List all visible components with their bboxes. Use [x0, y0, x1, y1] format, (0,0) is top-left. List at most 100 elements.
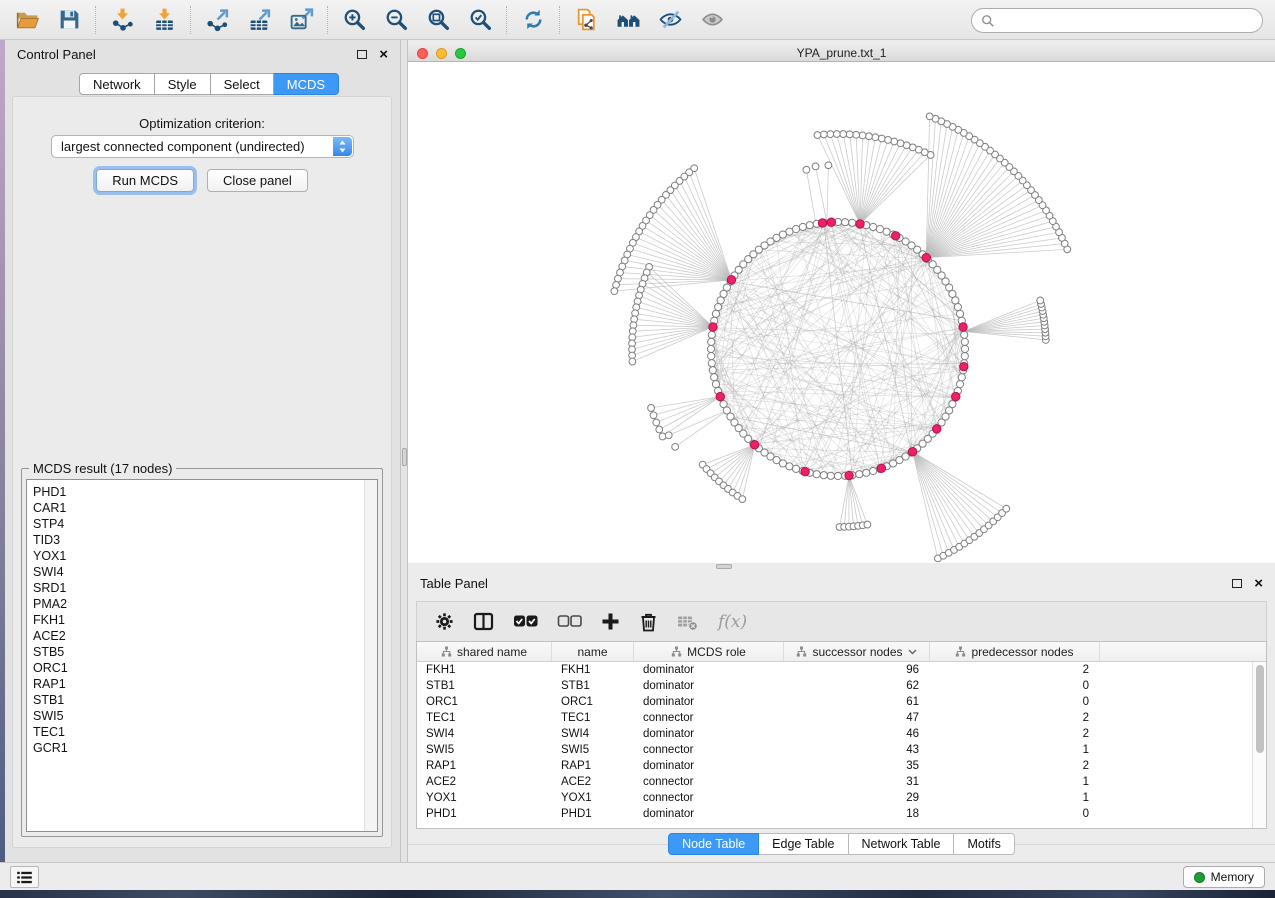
mcds-result-item[interactable]: SRD1 — [33, 580, 377, 596]
mcds-result-listbox[interactable]: PHD1CAR1STP4TID3YOX1SWI4SRD1PMA2FKH1ACE2… — [26, 479, 378, 832]
export-image-button[interactable] — [280, 4, 322, 36]
duplicate-network-button[interactable] — [565, 4, 607, 36]
tab-edge-table[interactable]: Edge Table — [759, 833, 848, 855]
gear-icon — [435, 612, 454, 631]
mcds-result-item[interactable]: GCR1 — [33, 740, 377, 756]
table-panel: Table Panel × — [408, 569, 1275, 862]
table-row[interactable]: PHD1PHD1dominator180 — [417, 806, 1266, 822]
zoom-in-button[interactable] — [333, 4, 375, 36]
select-all-button[interactable] — [513, 614, 538, 629]
splitter-grip[interactable] — [402, 448, 407, 466]
search-box — [971, 8, 1263, 33]
toggle-split-view-button[interactable] — [473, 612, 494, 631]
show-all-button[interactable] — [691, 4, 733, 36]
zoom-selected-button[interactable] — [459, 4, 501, 36]
table-row[interactable]: ACE2ACE2connector311 — [417, 774, 1266, 790]
tab-style[interactable]: Style — [155, 73, 211, 95]
mcds-result-item[interactable]: YOX1 — [33, 548, 377, 564]
zoom-fit-button[interactable] — [417, 4, 459, 36]
import-table-button[interactable] — [143, 4, 185, 36]
table-scrollbar[interactable] — [1252, 662, 1266, 828]
float-panel-icon[interactable] — [357, 50, 367, 59]
tab-select[interactable]: Select — [211, 73, 274, 95]
table-row[interactable]: TEC1TEC1connector472 — [417, 710, 1266, 726]
delete-table-button[interactable] — [677, 613, 699, 631]
mcds-result-item[interactable]: STP4 — [33, 516, 377, 532]
hierarchy-icon — [441, 646, 452, 657]
tab-motifs[interactable]: Motifs — [954, 833, 1014, 855]
column-header-predecessor-nodes[interactable]: predecessor nodes — [930, 642, 1100, 661]
table-row[interactable]: RAP1RAP1dominator352 — [417, 758, 1266, 774]
refresh-button[interactable] — [512, 4, 554, 36]
zoom-out-button[interactable] — [375, 4, 417, 36]
export-network-button[interactable] — [196, 4, 238, 36]
close-panel-icon[interactable]: × — [1254, 576, 1263, 591]
split-view-icon — [473, 612, 494, 631]
checked-boxes-icon — [513, 614, 538, 629]
run-mcds-button[interactable]: Run MCDS — [96, 169, 194, 192]
import-network-icon — [110, 7, 135, 32]
list-icon — [16, 871, 33, 884]
mcds-result-item[interactable]: PHD1 — [33, 484, 377, 500]
mcds-result-item[interactable]: ACE2 — [33, 628, 377, 644]
add-entry-button[interactable] — [601, 612, 620, 631]
save-session-button[interactable] — [48, 4, 90, 36]
hierarchy-icon — [796, 646, 807, 657]
mcds-result-item[interactable]: FKH1 — [33, 612, 377, 628]
mcds-result-item[interactable]: SWI5 — [33, 708, 377, 724]
app-window: Control Panel × Network Style Select MCD… — [0, 0, 1275, 898]
mcds-result-item[interactable]: STB1 — [33, 692, 377, 708]
mcds-result-item[interactable]: PMA2 — [33, 596, 377, 612]
table-row[interactable]: SWI4SWI4dominator462 — [417, 726, 1266, 742]
minimize-window-icon[interactable] — [436, 48, 447, 59]
mcds-result-item[interactable]: CAR1 — [33, 500, 377, 516]
table-row[interactable]: ORC1ORC1dominator610 — [417, 694, 1266, 710]
desktop-edge-bottom — [0, 890, 1275, 898]
tab-network[interactable]: Network — [79, 73, 155, 95]
vertical-splitter[interactable] — [400, 40, 408, 862]
status-menu-button[interactable] — [10, 866, 39, 888]
mcds-result-item[interactable]: STB5 — [33, 644, 377, 660]
duplicate-network-icon — [574, 7, 599, 32]
hide-selected-button[interactable] — [649, 4, 691, 36]
close-window-icon[interactable] — [417, 48, 428, 59]
export-table-button[interactable] — [238, 4, 280, 36]
search-input[interactable] — [1001, 14, 1262, 28]
neighbors-button[interactable] — [607, 4, 649, 36]
plus-icon — [601, 612, 620, 631]
tab-mcds[interactable]: MCDS — [274, 73, 339, 95]
mcds-list-scrollbar[interactable] — [364, 480, 377, 831]
mcds-result-item[interactable]: SWI4 — [33, 564, 377, 580]
memory-button[interactable]: Memory — [1183, 866, 1265, 888]
float-panel-icon[interactable] — [1232, 579, 1242, 588]
mcds-result-item[interactable]: ORC1 — [33, 660, 377, 676]
close-panel-icon[interactable]: × — [379, 47, 388, 62]
column-header-shared-name[interactable]: shared name — [417, 642, 552, 661]
optimization-criterion-select[interactable]: largest connected component (undirected) — [51, 135, 354, 158]
mcds-result-item[interactable]: RAP1 — [33, 676, 377, 692]
apply-function-button[interactable]: f(x) — [718, 612, 747, 632]
tab-network-table[interactable]: Network Table — [849, 833, 955, 855]
table-row[interactable]: STB1STB1dominator620 — [417, 678, 1266, 694]
open-session-button[interactable] — [6, 4, 48, 36]
table-settings-button[interactable] — [435, 612, 454, 631]
deselect-all-button[interactable] — [557, 614, 582, 629]
table-row[interactable]: YOX1YOX1connector291 — [417, 790, 1266, 806]
mcds-result-item[interactable]: TID3 — [33, 532, 377, 548]
import-network-button[interactable] — [101, 4, 143, 36]
delete-entry-button[interactable] — [639, 612, 658, 632]
splitter-grip[interactable] — [716, 564, 732, 569]
mcds-result-item[interactable]: TEC1 — [33, 724, 377, 740]
scrollbar-thumb[interactable] — [1256, 665, 1264, 753]
table-row[interactable]: FKH1FKH1dominator962 — [417, 662, 1266, 678]
network-canvas[interactable] — [408, 62, 1275, 563]
close-panel-button[interactable]: Close panel — [207, 169, 308, 192]
column-header-name[interactable]: name — [552, 642, 634, 661]
table-row[interactable]: SWI5SWI5connector431 — [417, 742, 1266, 758]
tab-node-table[interactable]: Node Table — [668, 833, 759, 855]
column-header-mcds-role[interactable]: MCDS role — [634, 642, 784, 661]
network-window-titlebar[interactable]: YPA_prune.txt_1 — [408, 45, 1275, 62]
table-tabs: Node Table Edge Table Network Table Moti… — [408, 833, 1275, 855]
column-header-successor-nodes[interactable]: successor nodes — [784, 642, 930, 661]
maximize-window-icon[interactable] — [455, 48, 466, 59]
